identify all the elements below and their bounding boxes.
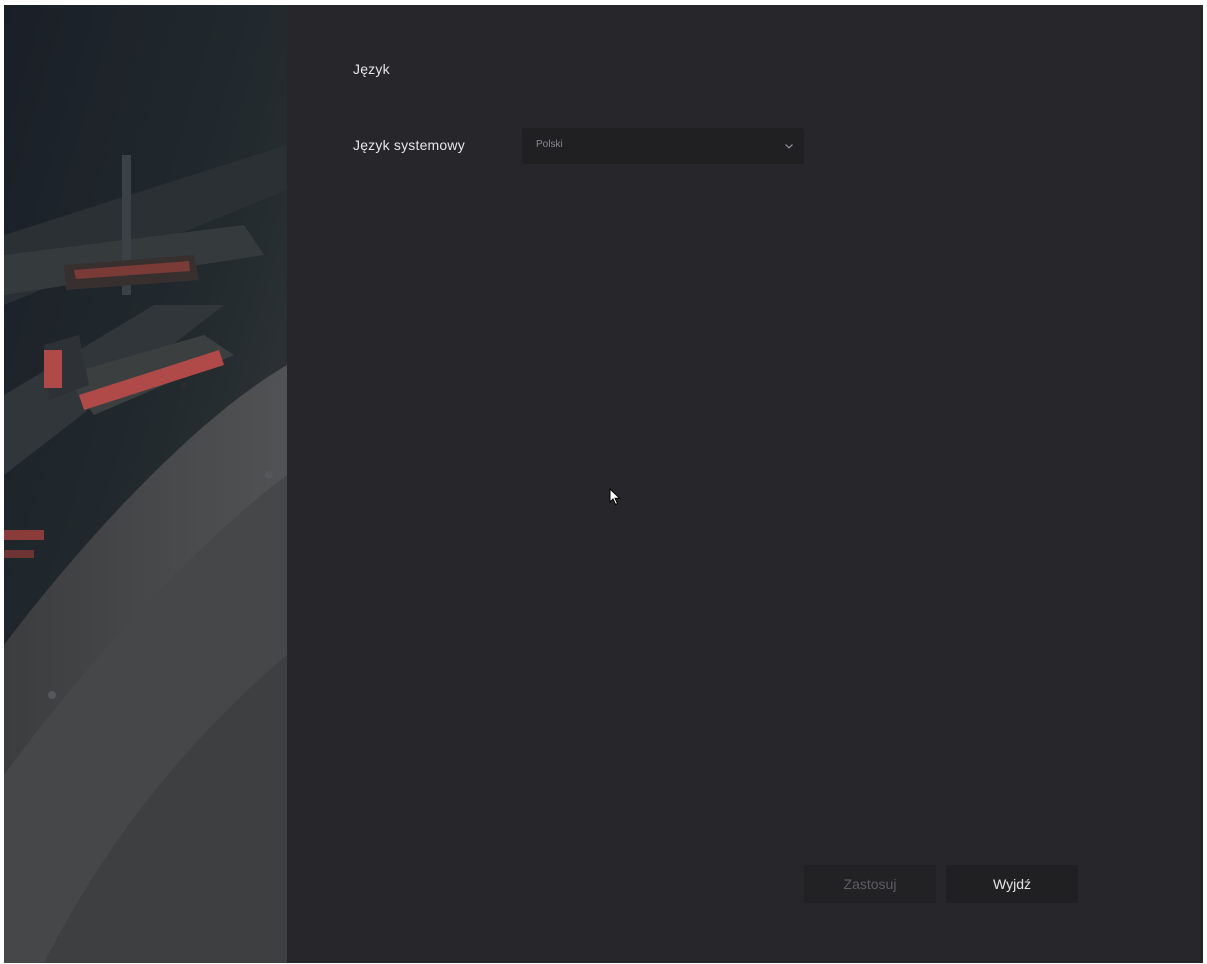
chevron-down-icon [785,144,793,149]
selected-language-value: Polski [536,139,563,150]
dvr-screen: Język Język systemowy Polski Zastosuj Wy… [4,5,1203,963]
language-settings-panel: Język Język systemowy Polski Zastosuj Wy… [287,5,1203,963]
page-title: Język [353,61,390,77]
apply-button[interactable]: Zastosuj [804,865,936,903]
mouse-pointer-icon [609,488,621,506]
system-language-select[interactable]: Polski [522,128,804,164]
system-language-label: Język systemowy [353,137,465,153]
camera-banner-image [4,5,287,963]
exit-button[interactable]: Wyjdź [946,865,1078,903]
